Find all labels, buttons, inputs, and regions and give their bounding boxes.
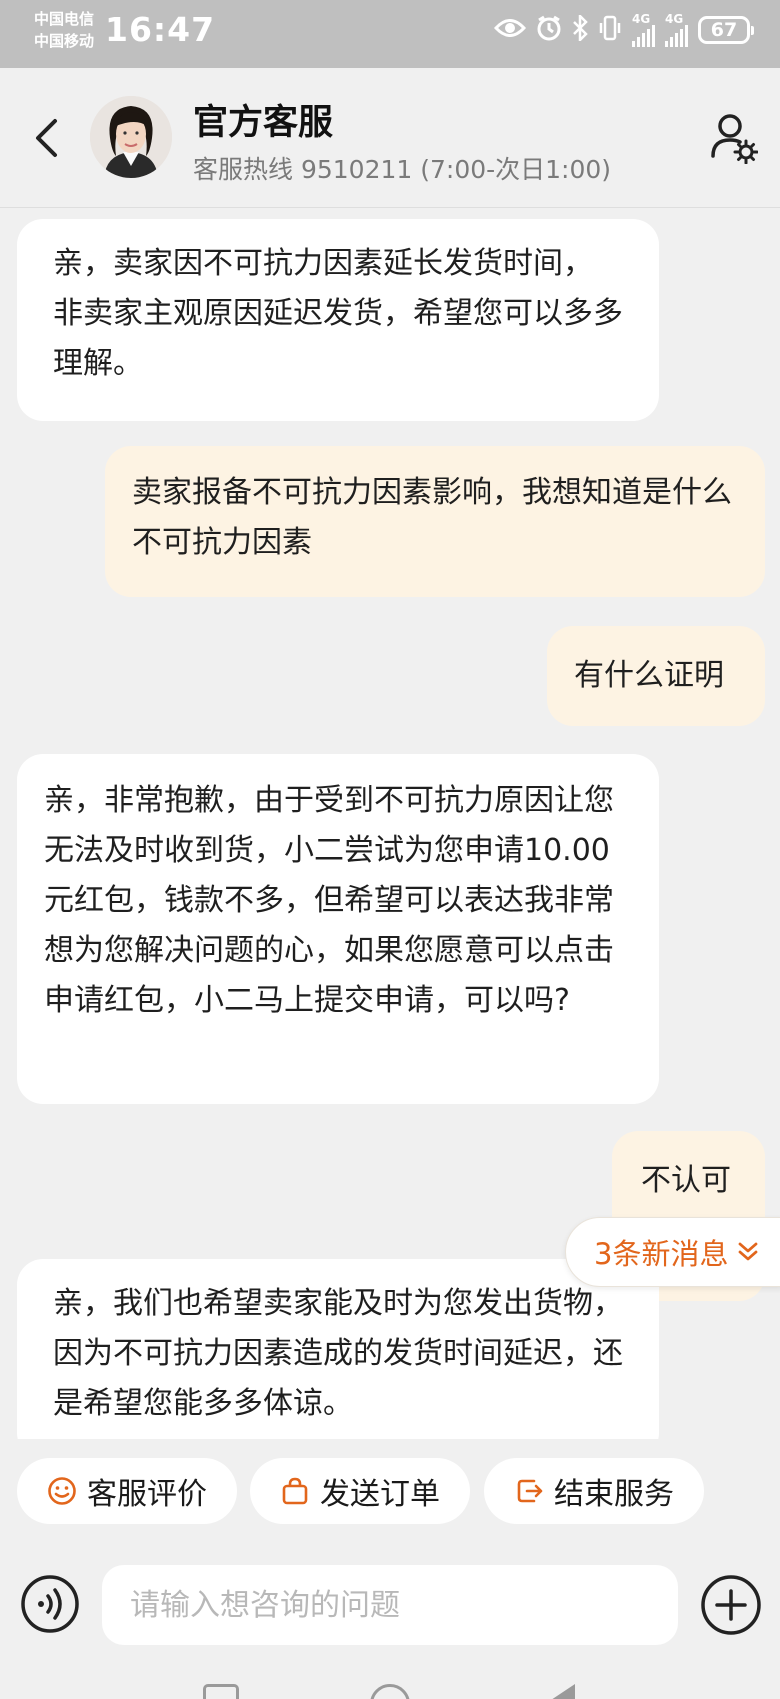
new-messages-label: 3条新消息	[594, 1237, 729, 1271]
system-icons: 4G 4G 67	[493, 12, 754, 48]
incoming-message[interactable]: 亲，非常抱歉，由于受到不可抗力原因让您无法及时收到货，小二尝试为您申请10.00…	[17, 754, 659, 1104]
signal-icon-2: 4G	[665, 13, 688, 47]
system-navigation-bar	[0, 1670, 780, 1699]
chat-header: 官方客服 客服热线 9510211 (7:00-次日1:00)	[0, 68, 780, 208]
vibrate-icon	[598, 15, 622, 45]
send-order-label: 发送订单	[320, 1477, 440, 1512]
smile-icon	[45, 1474, 79, 1508]
voice-icon	[21, 1575, 79, 1633]
chevron-left-icon	[36, 119, 57, 157]
chat-message-list[interactable]: 亲，卖家因不可抗力因素延长发货时间， 非卖家主观原因延迟发货，希望您可以多多理解…	[0, 209, 780, 1439]
signal-icon: 4G	[632, 13, 655, 47]
recent-apps-button[interactable]	[203, 1684, 239, 1699]
bluetooth-icon	[572, 12, 588, 45]
eye-icon	[493, 17, 527, 43]
signal-bars-1	[632, 25, 655, 47]
double-chevron-down-icon	[739, 1242, 758, 1261]
status-time: 16:47	[105, 10, 216, 49]
message-input[interactable]	[102, 1565, 678, 1645]
home-button[interactable]	[370, 1684, 410, 1699]
rate-service-button[interactable]: 客服评价	[17, 1458, 237, 1524]
incoming-message[interactable]: 亲，我们也希望卖家能及时为您发出货物，因为不可抗力因素造成的发货时间延迟，还是希…	[17, 1259, 659, 1439]
profile-settings-button[interactable]	[710, 112, 759, 165]
carrier-1: 中国电信	[34, 10, 95, 28]
network-type-2: 4G	[665, 12, 684, 26]
send-order-button[interactable]: 发送订单	[250, 1458, 470, 1524]
end-service-label: 结束服务	[554, 1477, 674, 1512]
new-messages-button[interactable]: 3条新消息	[565, 1217, 780, 1287]
more-options-button[interactable]	[700, 1574, 762, 1636]
signal-bars-2	[665, 25, 688, 47]
status-bar: 中国电信 中国移动 16:47 4G 4G 67	[0, 0, 780, 68]
alarm-icon	[536, 15, 562, 45]
agent-avatar[interactable]	[90, 96, 172, 178]
hotline-text: 客服热线 9510211 (7:00-次日1:00)	[193, 155, 612, 184]
shopping-bag-icon	[278, 1474, 312, 1508]
rate-service-label: 客服评价	[87, 1477, 207, 1512]
network-type-1: 4G	[632, 12, 651, 26]
exit-icon	[512, 1474, 546, 1508]
carrier-labels: 中国电信 中国移动	[34, 8, 94, 52]
carrier-2: 中国移动	[34, 32, 95, 50]
back-nav-button[interactable]	[545, 1684, 575, 1699]
battery-icon: 67	[698, 16, 754, 44]
outgoing-message[interactable]: 卖家报备不可抗力因素影响，我想知道是什么不可抗力因素	[105, 446, 765, 597]
incoming-message[interactable]: 亲，卖家因不可抗力因素延长发货时间， 非卖家主观原因延迟发货，希望您可以多多理解…	[17, 219, 659, 421]
outgoing-message[interactable]: 有什么证明	[547, 626, 765, 726]
voice-input-button[interactable]	[20, 1574, 80, 1634]
message-input-bar	[0, 1540, 780, 1670]
back-button[interactable]	[26, 110, 66, 166]
end-service-button[interactable]: 结束服务	[484, 1458, 704, 1524]
page-title: 官方客服	[193, 103, 334, 143]
plus-icon	[701, 1575, 761, 1635]
user-settings-icon	[711, 114, 759, 165]
